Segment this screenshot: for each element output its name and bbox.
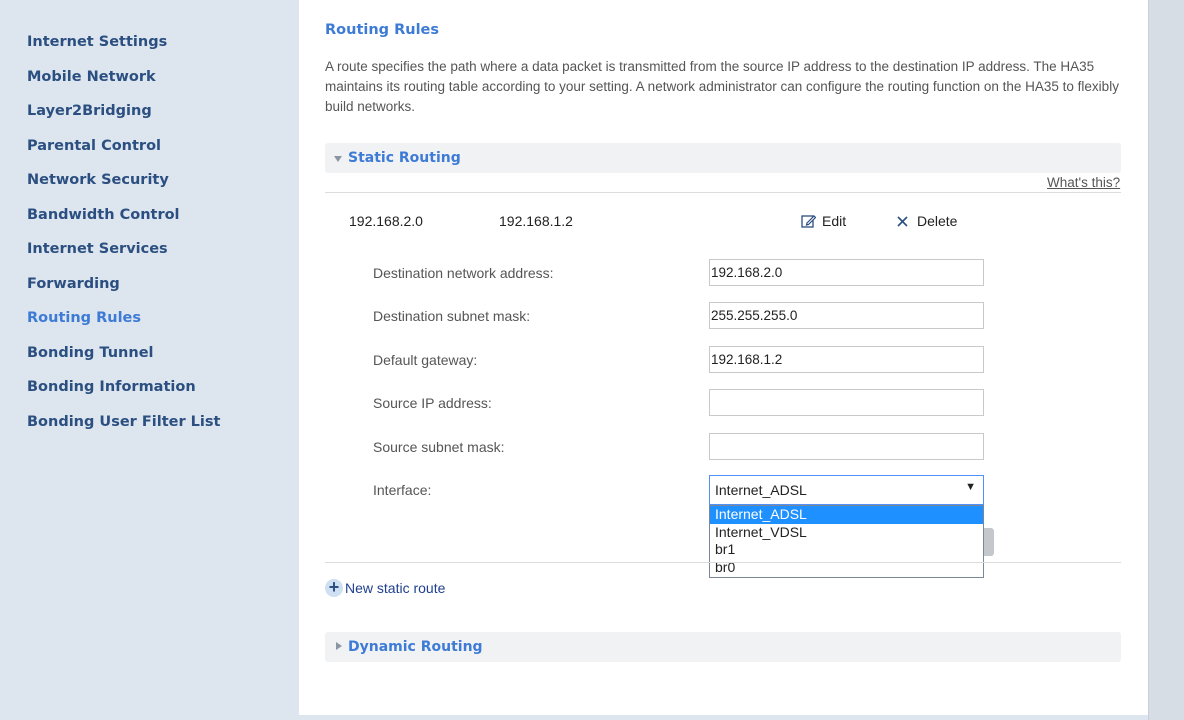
delete-button[interactable]: Delete	[896, 213, 961, 231]
sidebar-item-bonding-user-filter-list[interactable]: Bonding User Filter List	[27, 414, 220, 430]
expanded-triangle-icon	[334, 156, 342, 162]
sidebar-item-bonding-tunnel[interactable]: Bonding Tunnel	[27, 345, 154, 361]
new-static-route-label: New static route	[345, 580, 446, 596]
dest-network-label: Destination network address:	[373, 265, 554, 281]
dynamic-routing-title: Dynamic Routing	[348, 639, 483, 655]
sidebar-item-internet-settings[interactable]: Internet Settings	[27, 34, 167, 50]
source-ip-label: Source IP address:	[373, 395, 492, 411]
page-description: A route specifies the path where a data …	[325, 59, 1119, 114]
gateway-label: Default gateway:	[373, 352, 478, 368]
sidebar-item-forwarding[interactable]: Forwarding	[27, 276, 120, 292]
edit-icon	[801, 215, 816, 228]
sidebar-item-mobile-network[interactable]: Mobile Network	[27, 69, 156, 85]
dest-mask-input[interactable]	[709, 302, 984, 329]
edit-button[interactable]: Edit	[801, 213, 851, 231]
sidebar-item-bonding-information[interactable]: Bonding Information	[27, 379, 196, 395]
source-mask-input[interactable]	[709, 433, 984, 460]
sidebar-item-routing-rules[interactable]: Routing Rules	[27, 310, 141, 326]
delete-label: Delete	[917, 213, 958, 229]
collapsed-triangle-icon	[336, 642, 342, 650]
main-content: Routing Rules A route specifies the path…	[299, 0, 1148, 715]
sidebar: Internet Settings Mobile Network Layer2B…	[0, 0, 299, 720]
interface-option[interactable]: br1	[710, 541, 983, 559]
sidebar-item-parental-control[interactable]: Parental Control	[27, 138, 161, 154]
divider	[325, 562, 1121, 563]
window-edge	[1148, 0, 1184, 720]
dest-mask-label: Destination subnet mask:	[373, 308, 531, 324]
dynamic-routing-header[interactable]: Dynamic Routing	[325, 632, 1121, 662]
interface-option[interactable]: Internet_VDSL	[710, 524, 983, 542]
interface-label: Interface:	[373, 482, 432, 498]
interface-dropdown-list: Internet_ADSL Internet_VDSL br1 br0	[709, 505, 984, 578]
whats-this-link[interactable]: What's this?	[1047, 175, 1120, 190]
source-mask-label: Source subnet mask:	[373, 439, 505, 455]
route-destination: 192.168.2.0	[349, 213, 423, 229]
static-routing-header[interactable]: Static Routing	[325, 143, 1121, 173]
sidebar-item-bandwidth-control[interactable]: Bandwidth Control	[27, 207, 180, 223]
static-routing-title: Static Routing	[348, 150, 461, 166]
sidebar-item-internet-services[interactable]: Internet Services	[27, 241, 168, 257]
dest-network-input[interactable]	[709, 259, 984, 286]
dropdown-arrow-icon: ▼	[965, 481, 976, 493]
interface-option[interactable]: Internet_ADSL	[710, 506, 983, 524]
sidebar-item-layer2bridging[interactable]: Layer2Bridging	[27, 103, 152, 119]
divider	[325, 192, 1121, 193]
sidebar-item-network-security[interactable]: Network Security	[27, 172, 169, 188]
page-title: Routing Rules	[325, 22, 440, 38]
route-gateway: 192.168.1.2	[499, 213, 573, 229]
edit-label: Edit	[822, 213, 847, 229]
interface-selected-value: Internet_ADSL	[715, 482, 807, 498]
close-icon	[897, 216, 908, 227]
partially-hidden-button[interactable]	[984, 528, 994, 556]
gateway-input[interactable]	[709, 346, 984, 373]
plus-icon: +	[325, 578, 343, 597]
source-ip-input[interactable]	[709, 389, 984, 416]
interface-select[interactable]: Internet_ADSL ▼	[709, 475, 984, 505]
